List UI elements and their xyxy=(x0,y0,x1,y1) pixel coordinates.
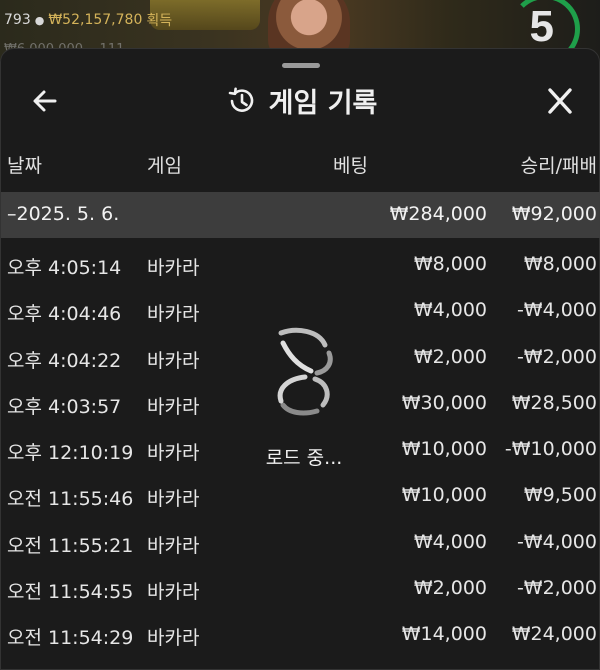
row-time: 오전 11:54:55 xyxy=(7,581,134,604)
panel-title: 게임 기록 xyxy=(268,88,378,119)
row-game: 바카라 xyxy=(147,488,200,511)
row-result: ₩24,000 xyxy=(511,623,597,646)
row-time: 오후 4:03:57 xyxy=(7,395,122,418)
row-time: 오전 11:54:29 xyxy=(7,627,134,650)
earn-label: 획득 xyxy=(146,13,173,29)
history-row[interactable]: 오후 4:05:14 바카라 ₩8,000 ₩8,000 xyxy=(1,241,600,287)
table-header: 날짜 게임 베팅 승리/패배 xyxy=(1,151,600,181)
balance-amount: ₩52,157,780 xyxy=(48,12,143,28)
history-row[interactable]: 오전 11:54:29 바카라 ₩14,000 ₩24,000 xyxy=(1,611,600,657)
person-icon: ● xyxy=(34,13,45,27)
group-date: –2025. 5. 6. xyxy=(7,203,120,225)
row-result: -₩10,000 xyxy=(504,438,597,461)
row-time: 오전 11:55:21 xyxy=(7,534,134,557)
panel-header: 게임 기록 xyxy=(1,77,600,123)
row-bet: ₩4,000 xyxy=(413,530,487,553)
row-time: 오후 12:10:19 xyxy=(7,442,134,465)
player-stats: 793 ● ₩52,157,780 획득 xyxy=(4,10,172,30)
panel-title-group: 게임 기록 xyxy=(1,81,600,120)
row-time: 오후 4:04:22 xyxy=(7,349,122,372)
row-game: 바카라 xyxy=(147,303,200,326)
group-result-total: ₩92,000 xyxy=(511,203,597,225)
drag-handle[interactable] xyxy=(282,63,320,68)
row-time: 오후 4:04:46 xyxy=(7,303,122,326)
countdown-number: 5 xyxy=(529,2,554,51)
column-game: 게임 xyxy=(147,155,182,177)
row-bet: ₩10,000 xyxy=(401,438,487,461)
row-bet: ₩4,000 xyxy=(413,299,487,322)
row-result: -₩2,000 xyxy=(516,577,597,600)
history-row[interactable]: 오전 11:55:46 바카라 ₩10,000 ₩9,500 xyxy=(1,472,600,518)
loading-spinner-icon xyxy=(277,327,333,416)
row-result: -₩4,000 xyxy=(516,530,597,553)
row-time: 오후 4:05:14 xyxy=(7,257,122,279)
history-clock-icon xyxy=(228,87,253,112)
close-icon xyxy=(548,88,572,114)
loading-text: 로드 중... xyxy=(265,447,343,469)
row-game: 바카라 xyxy=(147,627,200,650)
history-row[interactable]: 오전 11:55:21 바카라 ₩4,000 -₩4,000 xyxy=(1,519,600,565)
close-button[interactable] xyxy=(542,85,578,117)
row-game: 바카라 xyxy=(147,257,200,279)
player-count: 793 xyxy=(4,12,31,28)
row-bet: ₩2,000 xyxy=(413,345,487,368)
column-bet: 베팅 xyxy=(333,155,368,177)
row-game: 바카라 xyxy=(147,349,200,372)
row-result: ₩28,500 xyxy=(511,391,597,414)
loading-overlay: 로드 중... xyxy=(255,325,355,470)
row-bet: ₩30,000 xyxy=(401,391,487,414)
column-result: 승리/패배 xyxy=(520,155,597,177)
row-bet: ₩8,000 xyxy=(413,253,487,275)
row-bet: ₩14,000 xyxy=(401,623,487,646)
row-bet: ₩10,000 xyxy=(401,484,487,507)
row-game: 바카라 xyxy=(147,395,200,418)
date-group-row[interactable]: –2025. 5. 6. ₩284,000 ₩92,000 xyxy=(1,192,600,238)
column-date: 날짜 xyxy=(7,155,42,177)
row-game: 바카라 xyxy=(147,581,200,604)
row-result: -₩4,000 xyxy=(516,299,597,322)
group-bet-total: ₩284,000 xyxy=(389,203,487,225)
row-bet: ₩2,000 xyxy=(413,577,487,600)
row-time: 오전 11:55:46 xyxy=(7,488,134,511)
row-result: ₩8,000 xyxy=(523,253,597,275)
history-row[interactable]: 오전 11:54:55 바카라 ₩2,000 -₩2,000 xyxy=(1,565,600,611)
row-game: 바카라 xyxy=(147,442,200,465)
row-result: -₩2,000 xyxy=(516,345,597,368)
row-game: 바카라 xyxy=(147,534,200,557)
row-result: ₩9,500 xyxy=(523,484,597,507)
